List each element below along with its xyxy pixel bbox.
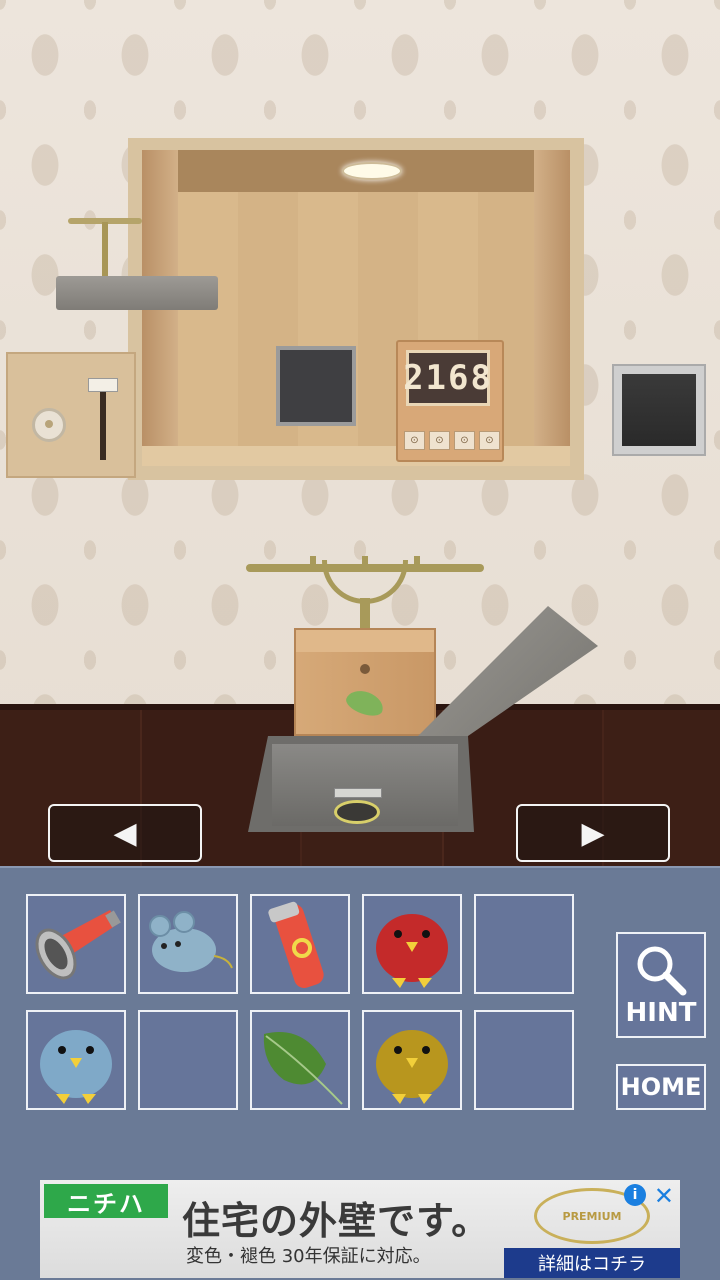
blue-bird-icon <box>40 1030 112 1104</box>
inventory-slot-1[interactable] <box>26 894 126 994</box>
dark-box[interactable] <box>276 346 356 426</box>
ad-cta-button[interactable]: 詳細はコチラ <box>504 1248 680 1278</box>
counter-display-value: 2168 <box>403 358 493 398</box>
counter-button-3[interactable]: ⊙ <box>454 431 475 450</box>
megaphone-icon <box>35 910 121 980</box>
game-scene[interactable]: 2168 ⊙ ⊙ ⊙ ⊙ ◀ ▶ <box>0 0 720 866</box>
stand-pole <box>102 222 108 278</box>
inventory-slot-2[interactable] <box>138 894 238 994</box>
hint-button[interactable]: HINT <box>616 932 706 1038</box>
right-arrow-icon: ▶ <box>581 815 605 851</box>
wooden-box-knob[interactable] <box>360 664 370 674</box>
inventory-slot-6[interactable] <box>26 1010 126 1110</box>
inventory-slot-3[interactable] <box>250 894 350 994</box>
home-button[interactable]: HOME <box>616 1064 706 1110</box>
hint-label: HINT <box>625 998 697 1028</box>
rail-post-right <box>414 556 420 570</box>
leaf-icon <box>343 686 387 720</box>
ad-subtext: 変色・褪色 30年保証に対応。 <box>186 1246 431 1267</box>
counter-buttons: ⊙ ⊙ ⊙ ⊙ <box>404 431 500 450</box>
ad-headline: 住宅の外壁です。 <box>182 1199 491 1243</box>
yellow-bird-icon <box>376 1030 448 1104</box>
home-label: HOME <box>620 1073 702 1101</box>
stone-stand-base[interactable] <box>56 276 218 310</box>
ad-banner[interactable]: ニチハ 住宅の外壁です。 変色・褪色 30年保証に対応。 PREMIUM i ✕… <box>40 1180 680 1278</box>
flashlight-icon <box>268 901 324 988</box>
wall-vent-opening[interactable] <box>612 364 706 456</box>
counter-button-4[interactable]: ⊙ <box>479 431 500 450</box>
red-bird-icon <box>376 914 448 988</box>
vent-interior <box>622 374 696 446</box>
leaf-item-icon <box>263 1032 343 1105</box>
niche-right-side <box>534 150 570 466</box>
floor-slot[interactable] <box>334 788 382 798</box>
inventory-slot-8[interactable] <box>250 1010 350 1110</box>
counter-device[interactable]: 2168 ⊙ ⊙ ⊙ ⊙ <box>396 340 504 462</box>
ad-info-icon[interactable]: i <box>624 1184 646 1206</box>
counter-display: 2168 <box>403 350 493 406</box>
wooden-box-lid <box>296 630 434 652</box>
rail-post-left <box>310 556 316 570</box>
counter-button-1[interactable]: ⊙ <box>404 431 425 450</box>
inventory-slot-10[interactable] <box>474 1010 574 1110</box>
wall-control-panel[interactable] <box>6 352 136 478</box>
mouse-toy-icon <box>149 911 233 972</box>
slider-handle[interactable] <box>88 378 118 392</box>
slider-track <box>100 384 106 460</box>
ceiling-lamp <box>342 162 402 180</box>
inventory-slot-5[interactable] <box>474 894 574 994</box>
nav-right-button[interactable]: ▶ <box>516 804 670 862</box>
ad-brand-logo: ニチハ <box>44 1184 168 1218</box>
machine-neck <box>360 598 370 630</box>
counter-button-2[interactable]: ⊙ <box>429 431 450 450</box>
wooden-box-machine[interactable] <box>294 628 436 736</box>
magnifier-icon <box>637 946 687 996</box>
inventory-panel: HINT HOME <box>0 866 720 1178</box>
inventory-slot-9[interactable] <box>362 1010 462 1110</box>
nav-left-button[interactable]: ◀ <box>48 804 202 862</box>
ad-close-icon[interactable]: ✕ <box>654 1182 674 1210</box>
inventory-slot-4[interactable] <box>362 894 462 994</box>
dial-knob[interactable] <box>32 408 66 442</box>
floor-ring-socket[interactable] <box>334 800 380 824</box>
niche-shelf-board <box>142 446 570 466</box>
left-arrow-icon: ◀ <box>113 815 137 851</box>
inventory-slot-7[interactable] <box>138 1010 238 1110</box>
